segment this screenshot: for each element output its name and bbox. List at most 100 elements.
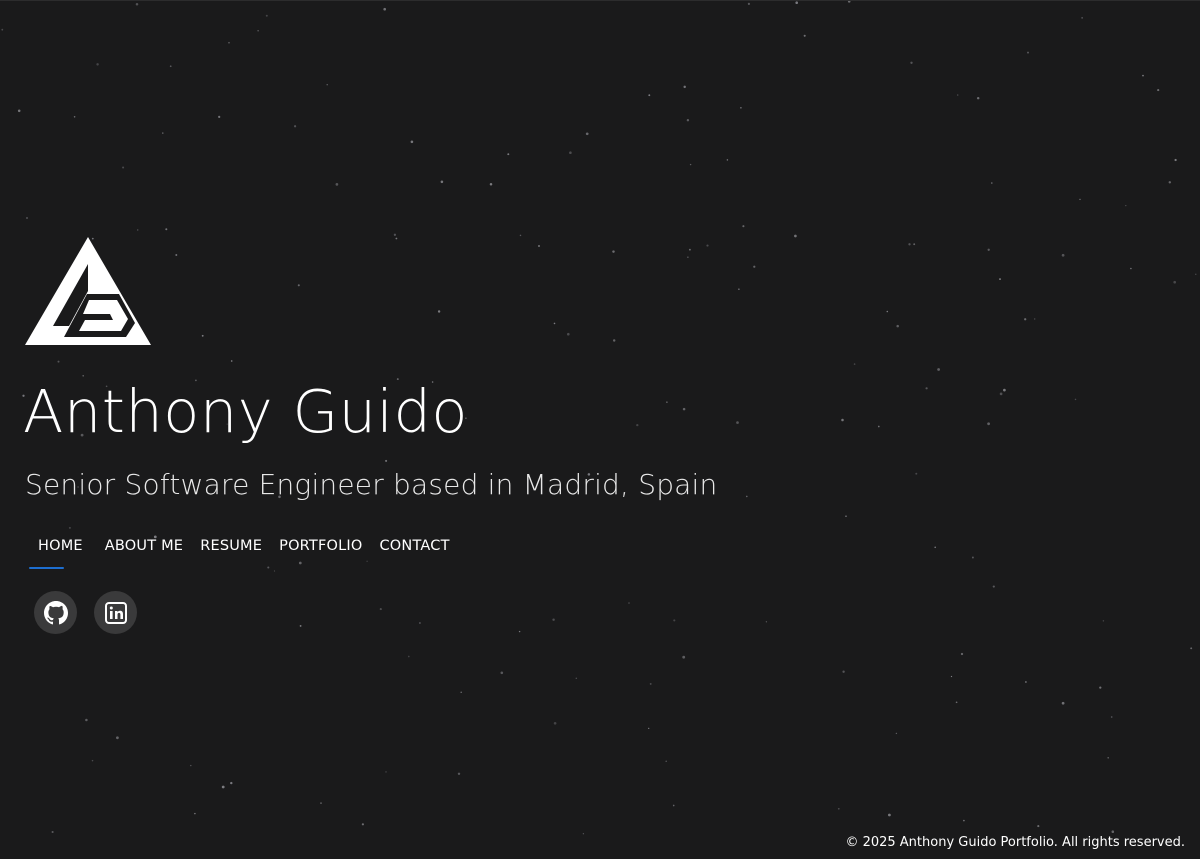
star bbox=[385, 771, 387, 773]
star bbox=[1074, 398, 1077, 401]
nav-home[interactable]: HOME bbox=[38, 532, 83, 560]
star bbox=[803, 34, 806, 37]
star bbox=[895, 732, 898, 735]
star bbox=[682, 655, 686, 659]
footer-copyright: © 2025 Anthony Guido Portfolio. All righ… bbox=[845, 835, 1185, 850]
star bbox=[960, 652, 964, 656]
star bbox=[457, 772, 461, 776]
star bbox=[665, 760, 667, 763]
star bbox=[361, 823, 364, 826]
star bbox=[460, 691, 462, 694]
github-icon bbox=[43, 600, 68, 624]
star bbox=[221, 785, 225, 789]
star bbox=[740, 106, 742, 109]
star bbox=[992, 585, 995, 588]
nav-resume[interactable]: RESUME bbox=[200, 532, 262, 560]
star bbox=[742, 225, 745, 228]
star bbox=[320, 802, 322, 804]
star bbox=[934, 546, 936, 549]
social-links bbox=[34, 591, 137, 634]
star bbox=[963, 819, 965, 822]
tagline: Senior Software Engineer based in Madrid… bbox=[25, 468, 718, 501]
star bbox=[1142, 74, 1144, 77]
star bbox=[335, 183, 339, 186]
star bbox=[218, 115, 221, 119]
star bbox=[418, 622, 421, 624]
linkedin-icon bbox=[104, 601, 127, 624]
star bbox=[85, 718, 88, 722]
star bbox=[686, 119, 690, 122]
star bbox=[726, 159, 729, 161]
star bbox=[500, 671, 504, 675]
nav-contact[interactable]: CONTACT bbox=[379, 532, 449, 560]
star bbox=[1107, 757, 1109, 759]
linkedin-link[interactable] bbox=[94, 591, 137, 634]
star bbox=[122, 166, 125, 169]
star bbox=[116, 736, 119, 740]
github-link[interactable] bbox=[34, 591, 77, 634]
star bbox=[267, 566, 270, 569]
star bbox=[228, 41, 230, 44]
star bbox=[888, 813, 891, 817]
star bbox=[683, 85, 686, 89]
star bbox=[1027, 51, 1029, 54]
star bbox=[383, 7, 387, 11]
star bbox=[1025, 681, 1027, 683]
star bbox=[1037, 825, 1040, 828]
star bbox=[257, 30, 259, 32]
page-title: Anthony Guido bbox=[23, 377, 468, 446]
star bbox=[585, 132, 589, 136]
star bbox=[518, 630, 521, 633]
star bbox=[1061, 701, 1065, 705]
star bbox=[136, 229, 139, 231]
star bbox=[910, 61, 913, 64]
star bbox=[1003, 388, 1006, 392]
star bbox=[915, 472, 918, 475]
nav-portfolio[interactable]: PORTFOLIO bbox=[279, 532, 362, 560]
star bbox=[689, 163, 692, 166]
star bbox=[582, 833, 585, 835]
star bbox=[765, 621, 768, 623]
star bbox=[1110, 716, 1113, 718]
star bbox=[162, 132, 164, 134]
star bbox=[407, 655, 410, 658]
star bbox=[379, 608, 382, 611]
star bbox=[1034, 318, 1036, 320]
star bbox=[955, 701, 958, 704]
nav-active-indicator bbox=[29, 567, 64, 569]
star bbox=[385, 459, 388, 462]
star bbox=[1024, 318, 1027, 321]
star bbox=[1125, 204, 1127, 207]
star bbox=[489, 183, 493, 186]
nav-about-me[interactable]: ABOUT ME bbox=[105, 532, 183, 560]
star bbox=[265, 14, 268, 17]
star bbox=[1079, 198, 1081, 201]
star bbox=[273, 570, 276, 572]
star bbox=[552, 618, 555, 621]
star bbox=[135, 2, 139, 6]
star bbox=[366, 560, 368, 562]
star bbox=[999, 278, 1001, 281]
star bbox=[672, 804, 675, 807]
star bbox=[987, 422, 990, 426]
ag-triangle-logo[interactable] bbox=[25, 236, 151, 346]
star bbox=[950, 675, 953, 678]
star bbox=[1061, 253, 1065, 257]
star bbox=[1174, 158, 1177, 162]
star bbox=[795, 1, 798, 4]
star bbox=[673, 619, 676, 622]
star bbox=[1, 28, 4, 31]
star bbox=[842, 670, 845, 673]
star bbox=[1157, 89, 1160, 92]
star bbox=[925, 387, 928, 390]
star bbox=[648, 727, 650, 730]
star bbox=[837, 807, 840, 810]
star bbox=[746, 495, 748, 498]
page: Anthony Guido Senior Software Engineer b… bbox=[0, 0, 1200, 859]
star bbox=[507, 153, 510, 156]
star bbox=[553, 721, 557, 725]
star bbox=[96, 63, 99, 66]
star bbox=[1102, 620, 1105, 622]
star bbox=[1195, 273, 1197, 275]
star bbox=[1168, 181, 1172, 184]
